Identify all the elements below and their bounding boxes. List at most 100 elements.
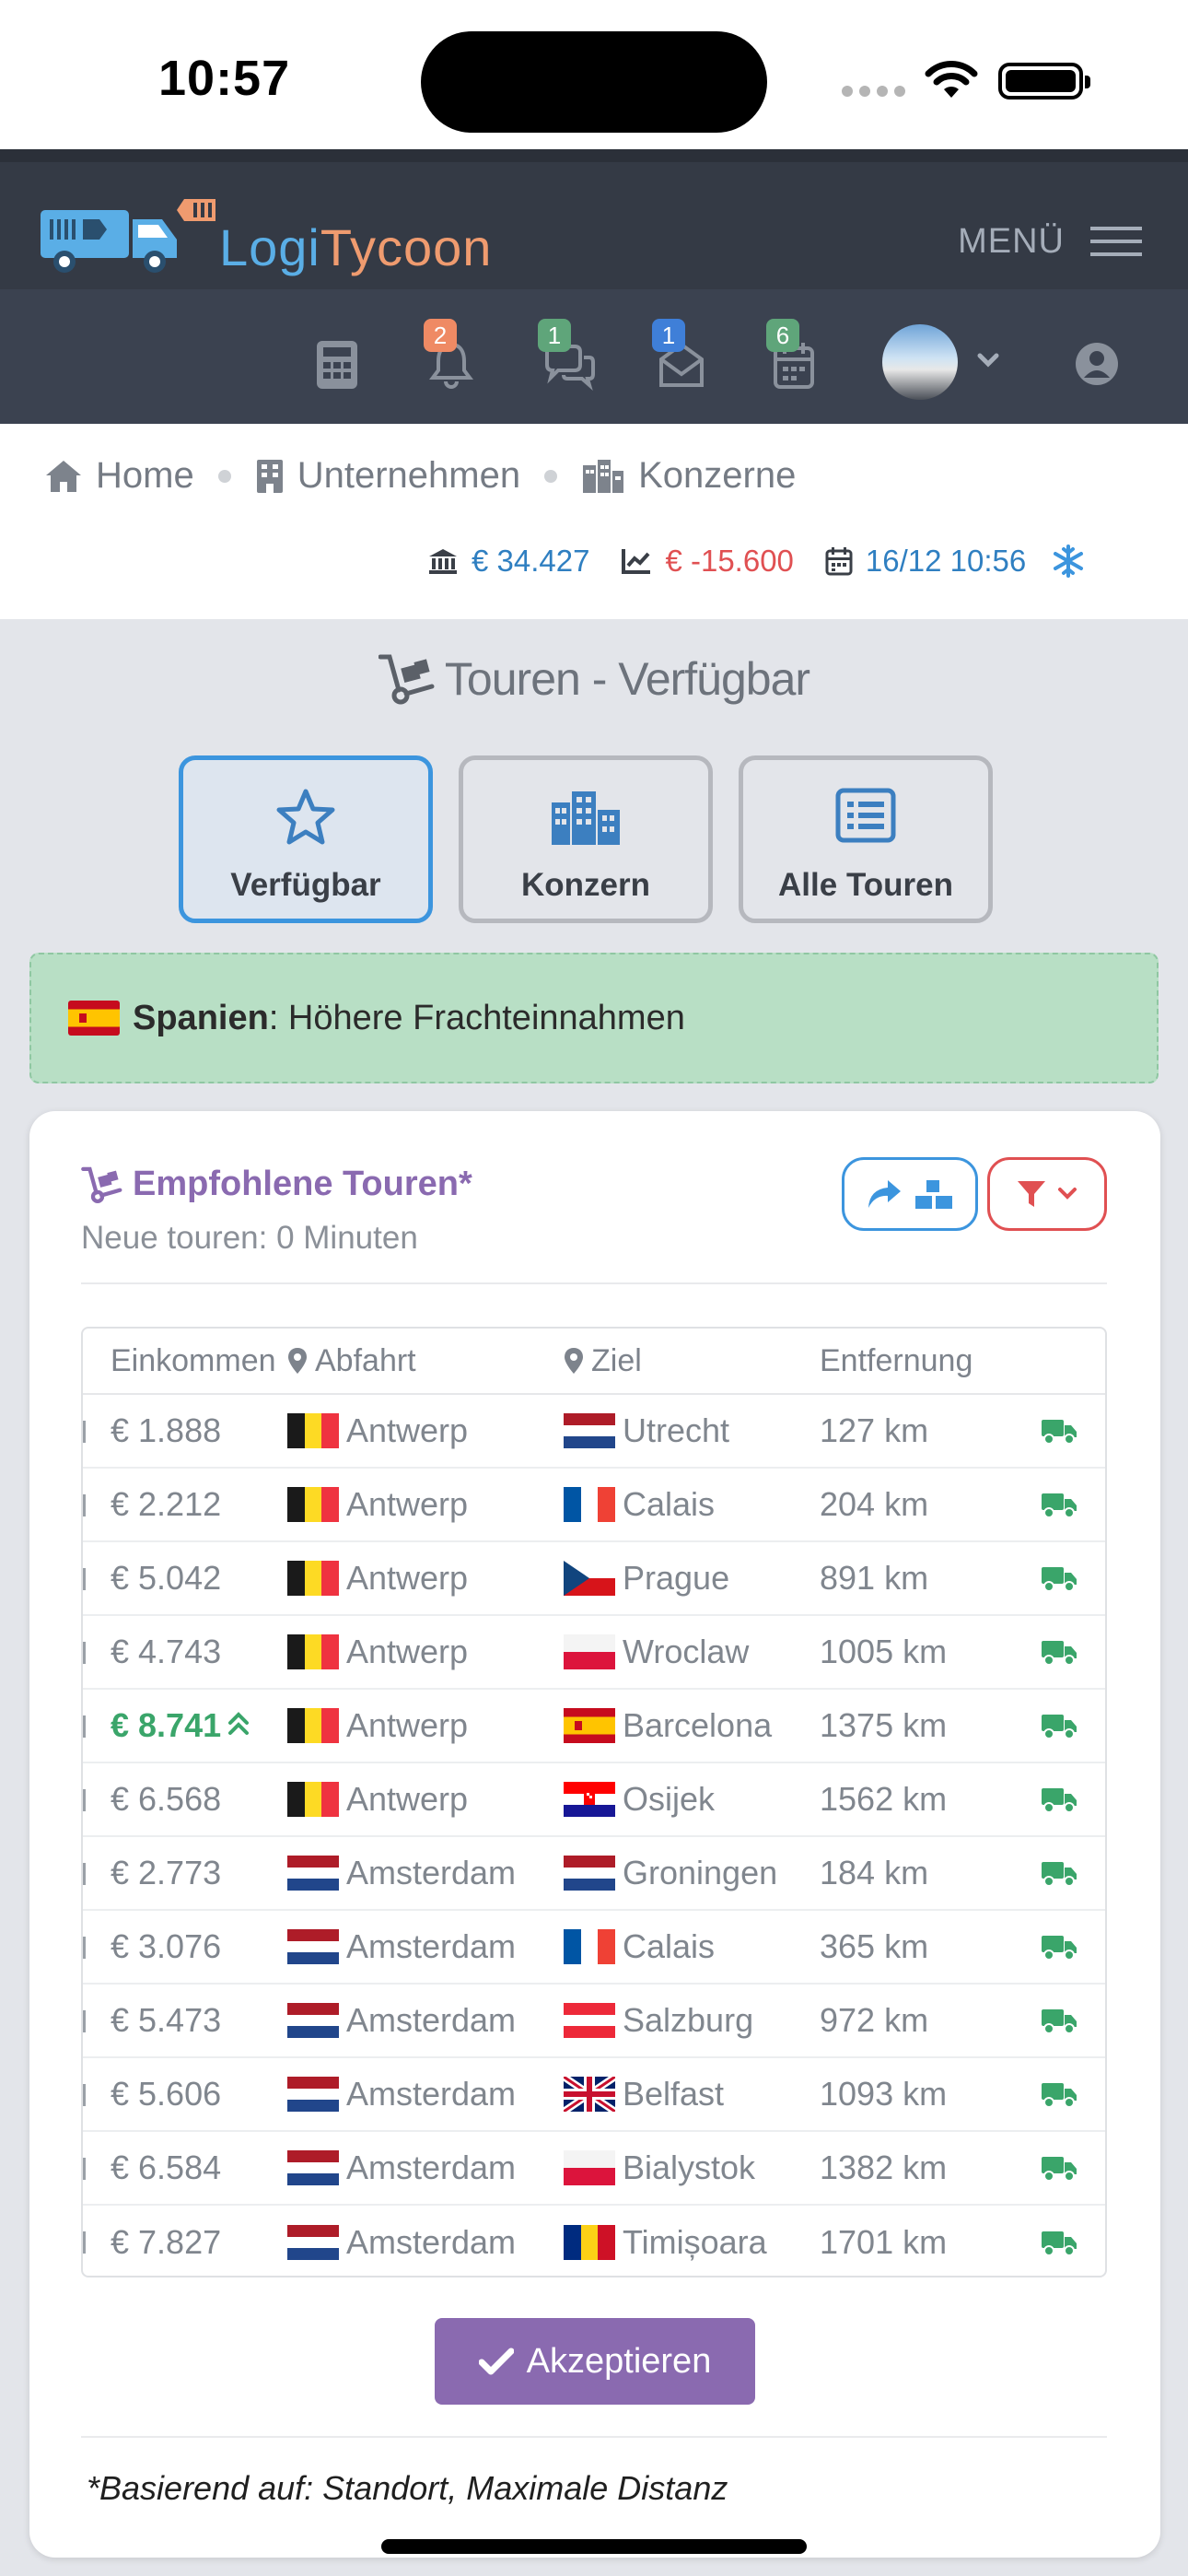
flag-fr-icon <box>564 1487 615 1522</box>
truck-button[interactable] <box>1013 1638 1105 1666</box>
breadcrumb-konzerne[interactable]: Konzerne <box>638 455 796 497</box>
departure-cell: Amsterdam <box>287 2149 564 2187</box>
flag-nl-icon <box>287 2003 339 2038</box>
table-row[interactable]: € 3.076 Amsterdam Calais 365 km <box>83 1911 1105 1985</box>
mail-button[interactable]: 1 <box>652 319 713 394</box>
truck-button[interactable] <box>1013 2080 1105 2108</box>
status-bar: 10:57 <box>0 0 1188 149</box>
income-cell: € 6.584 <box>111 2149 222 2186</box>
breadcrumb-separator <box>544 469 558 483</box>
departure-cell: Amsterdam <box>287 1927 564 1966</box>
distance-cell: 204 km <box>820 1485 929 1523</box>
income-cell: € 5.606 <box>111 2075 222 2113</box>
share-tours-button[interactable] <box>842 1157 978 1231</box>
table-row[interactable]: € 6.584 Amsterdam Bialystok 1382 km <box>83 2132 1105 2206</box>
chevron-down-icon <box>1058 1188 1077 1200</box>
table-row[interactable]: € 2.212 Antwerp Calais 204 km <box>83 1469 1105 1542</box>
profit-stat: € -15.600 <box>621 544 794 579</box>
flag-be-icon <box>287 1708 339 1743</box>
card-title: Empfohlene Touren* <box>81 1165 472 1204</box>
flag-nl-icon <box>564 1856 615 1891</box>
distance-cell: 1093 km <box>820 2075 948 2113</box>
truck-icon <box>1042 2009 1077 2034</box>
date-stat: 16/12 10:56 <box>825 544 1026 579</box>
truck-icon <box>1042 1493 1077 1518</box>
breadcrumb-home[interactable]: Home <box>96 455 194 497</box>
card-title-text: Empfohlene Touren* <box>133 1165 472 1203</box>
menu-button[interactable]: MENÜ <box>958 217 1142 265</box>
flag-be-icon <box>287 1782 339 1817</box>
truck-button[interactable] <box>1013 1933 1105 1961</box>
column-header-departure[interactable]: Abfahrt <box>287 1343 564 1379</box>
distance-cell: 1005 km <box>820 1633 948 1670</box>
flag-fr-icon <box>564 1929 615 1964</box>
destination-cell: Utrecht <box>564 1411 820 1450</box>
column-header-income[interactable]: Einkommen <box>83 1343 287 1379</box>
truck-button[interactable] <box>1013 1712 1105 1739</box>
tab-alle-touren[interactable]: Alle Touren <box>739 755 993 923</box>
truck-button[interactable] <box>1013 2229 1105 2256</box>
flag-nl-icon <box>564 1413 615 1448</box>
profit-value: € -15.600 <box>665 544 794 578</box>
truck-button[interactable] <box>1013 1786 1105 1813</box>
snowflake-icon[interactable] <box>1052 544 1085 578</box>
calculator-button[interactable] <box>315 339 370 394</box>
table-row[interactable]: € 5.606 Amsterdam Belfast 1093 km <box>83 2058 1105 2132</box>
divider <box>81 2436 1107 2438</box>
truck-icon <box>1042 1641 1077 1666</box>
hamburger-icon <box>1090 217 1142 265</box>
destination-cell: Groningen <box>564 1854 820 1892</box>
truck-icon <box>1042 1715 1077 1739</box>
column-header-distance[interactable]: Entfernung <box>820 1343 1013 1379</box>
table-row[interactable]: € 1.888 Antwerp Utrecht 127 km <box>83 1395 1105 1469</box>
truck-button[interactable] <box>1013 1564 1105 1592</box>
destination-cell: Calais <box>564 1485 820 1524</box>
account-stats: € 34.427 € -15.600 16/12 10:56 <box>427 544 1098 579</box>
income-cell: € 6.568 <box>111 1780 222 1818</box>
departure-cell: Antwerp <box>287 1485 564 1524</box>
dolly-icon <box>378 654 435 705</box>
avatar[interactable] <box>882 324 958 400</box>
table-row[interactable]: € 4.743 Antwerp Wroclaw 1005 km <box>83 1616 1105 1690</box>
accept-button[interactable]: Akzeptieren <box>435 2318 755 2405</box>
income-cell: € 1.888 <box>111 1411 222 1449</box>
home-indicator[interactable] <box>381 2539 807 2554</box>
truck-button[interactable] <box>1013 1859 1105 1887</box>
tab-verfuegbar[interactable]: Verfügbar <box>179 755 433 923</box>
departure-cell: Antwerp <box>287 1706 564 1745</box>
truck-button[interactable] <box>1013 1417 1105 1445</box>
truck-button[interactable] <box>1013 1491 1105 1518</box>
income-cell: € 2.773 <box>111 1854 222 1891</box>
calendar-button[interactable]: 6 <box>766 319 827 394</box>
table-row[interactable]: € 5.473 Amsterdam Salzburg 972 km <box>83 1985 1105 2058</box>
flag-ro-icon <box>564 2225 615 2260</box>
truck-logo-icon[interactable] <box>41 197 215 280</box>
flag-be-icon <box>287 1487 339 1522</box>
tab-konzern[interactable]: Konzern <box>459 755 713 923</box>
departure-cell: Amsterdam <box>287 1854 564 1892</box>
table-row[interactable]: € 7.827 Amsterdam Timișoara 1701 km <box>83 2206 1105 2276</box>
truck-button[interactable] <box>1013 2154 1105 2182</box>
income-cell: € 5.042 <box>111 1559 222 1597</box>
messages-button[interactable]: 1 <box>538 319 599 394</box>
brand-name[interactable]: LogiTycoon <box>219 217 492 277</box>
notifications-button[interactable]: 2 <box>424 319 484 394</box>
calendar-icon <box>825 547 853 576</box>
income-cell: € 5.473 <box>111 2001 222 2039</box>
flag-be-icon <box>287 1561 339 1596</box>
table-row[interactable]: € 2.773 Amsterdam Groningen 184 km <box>83 1837 1105 1911</box>
table-row[interactable]: € 6.568 Antwerp Osijek 1562 km <box>83 1763 1105 1837</box>
table-row[interactable]: € 5.042 Antwerp Prague 891 km <box>83 1542 1105 1616</box>
chevron-down-icon[interactable] <box>974 346 1002 374</box>
accept-label: Akzeptieren <box>526 2341 712 2381</box>
flag-nl-icon <box>287 2225 339 2260</box>
user-circle-icon[interactable] <box>1074 341 1120 387</box>
breadcrumb-unternehmen[interactable]: Unternehmen <box>297 455 520 497</box>
column-header-destination[interactable]: Ziel <box>564 1343 820 1379</box>
truck-button[interactable] <box>1013 2007 1105 2034</box>
flag-es-icon <box>564 1708 615 1743</box>
table-row[interactable]: € 8.741 Antwerp Barcelona 1375 km <box>83 1690 1105 1763</box>
departure-cell: Antwerp <box>287 1780 564 1819</box>
truck-icon <box>1042 2083 1077 2108</box>
filter-dropdown-button[interactable] <box>987 1157 1107 1231</box>
